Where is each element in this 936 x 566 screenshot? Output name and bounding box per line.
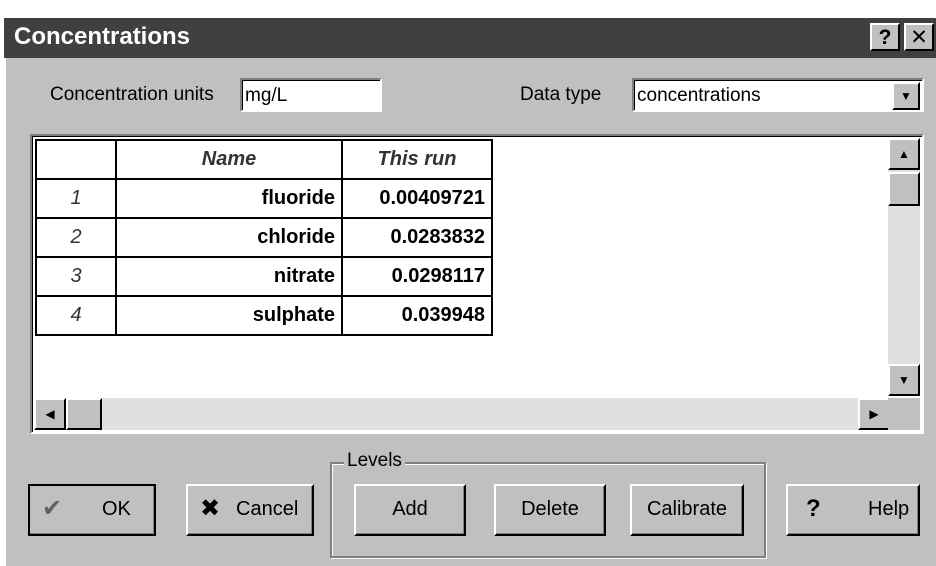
cell-name[interactable]: fluoride	[115, 178, 343, 219]
column-header-name[interactable]: Name	[115, 139, 343, 180]
row-number[interactable]: 4	[35, 295, 117, 336]
data-type-label: Data type	[520, 84, 602, 105]
title-bar: Concentrations ? ✕	[4, 18, 936, 58]
data-type-value: concentrations	[637, 85, 761, 106]
cell-value[interactable]: 0.00409721	[341, 178, 493, 219]
concentration-grid: Name This run 1 fluoride 0.00409721 2 ch…	[30, 134, 924, 434]
data-table: Name This run 1 fluoride 0.00409721 2 ch…	[35, 139, 493, 336]
cell-value[interactable]: 0.0298117	[341, 256, 493, 297]
cell-name[interactable]: nitrate	[115, 256, 343, 297]
help-label: Help	[868, 498, 910, 520]
checkmark-icon: ✔	[42, 495, 63, 522]
row-number[interactable]: 2	[35, 217, 117, 258]
row-number[interactable]: 3	[35, 256, 117, 297]
scroll-thumb-horizontal[interactable]	[66, 398, 102, 430]
chevron-down-icon[interactable]: ▼	[892, 82, 920, 110]
cell-name[interactable]: sulphate	[115, 295, 343, 336]
table-row[interactable]: 3 nitrate 0.0298117	[35, 256, 493, 297]
scroll-down-icon[interactable]: ▼	[888, 364, 920, 396]
scroll-up-icon[interactable]: ▲	[888, 138, 920, 170]
x-icon: ✖	[200, 495, 221, 522]
cancel-label: Cancel	[236, 498, 299, 520]
title-help-button[interactable]: ?	[870, 23, 900, 51]
concentration-units-input[interactable]: mg/L	[240, 78, 382, 112]
scroll-thumb-vertical[interactable]	[888, 172, 920, 206]
concentration-units-label: Concentration units	[50, 84, 214, 105]
scrollbar-corner	[888, 398, 920, 430]
table-row[interactable]: 4 sulphate 0.039948	[35, 295, 493, 336]
data-type-select[interactable]: concentrations ▼	[632, 78, 924, 112]
cell-name[interactable]: chloride	[115, 217, 343, 258]
horizontal-scrollbar[interactable]: ◀ ▶	[34, 398, 890, 430]
question-icon: ?	[806, 495, 821, 522]
help-button[interactable]: ? Help	[786, 484, 920, 536]
cancel-button[interactable]: ✖ Cancel	[186, 484, 314, 536]
delete-level-button[interactable]: Delete	[494, 484, 606, 536]
cell-value[interactable]: 0.0283832	[341, 217, 493, 258]
window-title: Concentrations	[14, 23, 191, 50]
scroll-right-icon[interactable]: ▶	[858, 398, 890, 430]
table-header-row: Name This run	[35, 139, 493, 180]
calibrate-button[interactable]: Calibrate	[630, 484, 744, 536]
vertical-scrollbar[interactable]: ▲ ▼	[888, 138, 920, 396]
column-header-this-run[interactable]: This run	[341, 139, 493, 180]
cell-value[interactable]: 0.039948	[341, 295, 493, 336]
ok-button[interactable]: ✔ OK	[28, 484, 156, 536]
levels-group-label: Levels	[344, 450, 405, 472]
table-row[interactable]: 1 fluoride 0.00409721	[35, 178, 493, 219]
table-row[interactable]: 2 chloride 0.0283832	[35, 217, 493, 258]
add-level-button[interactable]: Add	[354, 484, 466, 536]
scroll-left-icon[interactable]: ◀	[34, 398, 66, 430]
title-close-button[interactable]: ✕	[904, 23, 934, 51]
corner-header	[35, 139, 117, 180]
ok-label: OK	[102, 498, 131, 520]
row-number[interactable]: 1	[35, 178, 117, 219]
